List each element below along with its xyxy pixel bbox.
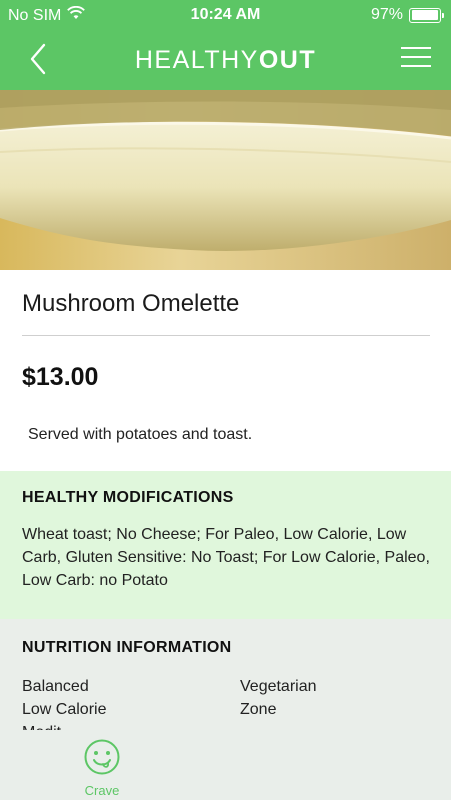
dish-title: Mushroom Omelette: [22, 290, 240, 317]
app-header: No SIM 10:24 AM 97% HEALTHYOUT: [0, 0, 451, 90]
bottom-tab-bar: Crave: [0, 730, 451, 800]
healthy-modifications-heading: HEALTHY MODIFICATIONS: [22, 489, 234, 506]
brand-bold: OUT: [258, 46, 317, 74]
divider: [22, 335, 430, 336]
hamburger-icon: [401, 47, 431, 67]
nutrition-tag: Low Calorie: [22, 701, 107, 718]
battery-percent: 97%: [370, 6, 403, 23]
brand-light: HEALTHY: [134, 46, 259, 74]
nutrition-tag: Balanced: [22, 678, 89, 695]
healthy-modifications-section: HEALTHY MODIFICATIONS Wheat toast; No Ch…: [0, 471, 451, 619]
dish-price: $13.00: [22, 363, 99, 391]
healthy-modifications-text: Wheat toast; No Cheese; For Paleo, Low C…: [22, 526, 430, 589]
brand-logo: HEALTHYOUT: [0, 46, 451, 75]
nutrition-tag: Zone: [240, 701, 277, 718]
menu-button[interactable]: [401, 47, 431, 71]
dish-description: Served with potatoes and toast.: [28, 426, 253, 443]
status-right: 97%: [370, 6, 444, 24]
dish-photo: [0, 90, 451, 270]
nutrition-tag: Vegetarian: [240, 678, 317, 695]
nav-bar: HEALTHYOUT: [0, 30, 451, 90]
tab-crave[interactable]: Crave: [72, 738, 132, 798]
battery-fill: [411, 10, 438, 20]
battery-icon: [409, 7, 444, 23]
nutrition-heading: NUTRITION INFORMATION: [22, 639, 232, 656]
status-bar: No SIM 10:24 AM 97%: [0, 0, 451, 30]
tab-crave-label: Crave: [84, 783, 120, 798]
smiley-face-icon: [84, 739, 120, 775]
